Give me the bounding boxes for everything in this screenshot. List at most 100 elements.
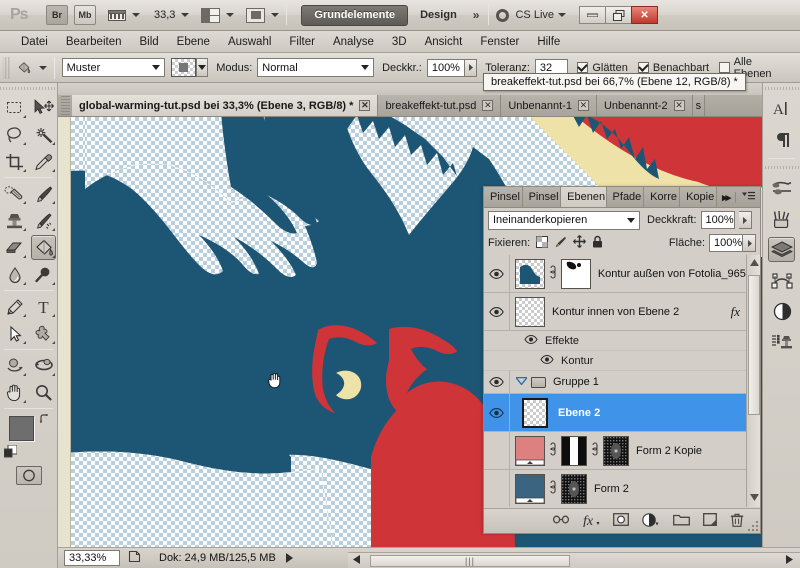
visibility-toggle[interactable] [484, 394, 510, 431]
scroll-right-icon[interactable] [786, 554, 793, 567]
document-tab-unbenannt-2[interactable]: Unbenannt-2 ✕ [596, 95, 693, 116]
link-layers-button[interactable] [552, 514, 570, 528]
3d-object-rotate-tool[interactable] [0, 352, 29, 379]
clone-stamp-tool[interactable] [0, 207, 29, 234]
tool-flyout-icon[interactable] [23, 314, 26, 317]
right-dock-grip-2[interactable] [763, 162, 800, 172]
options-bar-grip[interactable] [3, 56, 11, 79]
link-icon[interactable] [547, 442, 559, 459]
layer-thumbnail[interactable] [514, 258, 545, 289]
tool-flyout-icon[interactable] [23, 228, 26, 231]
menu-item-fenster[interactable]: Fenster [471, 31, 528, 53]
close-icon[interactable]: ✕ [577, 100, 589, 111]
menu-item-auswahl[interactable]: Auswahl [219, 31, 280, 53]
visibility-toggle[interactable] [484, 293, 510, 330]
contiguous-checkbox-row[interactable]: Benachbart [637, 62, 709, 74]
menu-item-datei[interactable]: Datei [12, 31, 57, 53]
brush-presets-panel-button[interactable] [763, 172, 800, 203]
paths-panel-button[interactable] [763, 265, 800, 296]
menu-item-bild[interactable]: Bild [130, 31, 167, 53]
panel-tab-pfade[interactable]: Pfade [606, 187, 645, 207]
screen-mode-icon[interactable] [246, 7, 266, 23]
tool-flyout-icon[interactable] [52, 169, 55, 172]
document-tab-global-warming[interactable]: global-warming-tut.psd bei 33,3% (Ebene … [72, 95, 379, 116]
dodge-tool[interactable] [29, 261, 58, 288]
layer-opacity-slider-button[interactable] [738, 211, 752, 229]
tool-flyout-icon[interactable] [52, 314, 55, 317]
paint-bucket-tool[interactable] [29, 234, 58, 261]
swap-colors-icon[interactable] [39, 413, 51, 428]
view-extras-icon[interactable] [108, 8, 126, 23]
tool-flyout-icon[interactable] [23, 142, 26, 145]
tool-flyout-icon[interactable] [23, 373, 26, 376]
view-extras-dropdown-icon[interactable] [132, 13, 140, 17]
lock-transparent-pixels-icon[interactable] [536, 235, 549, 251]
layer-subrow-effekte[interactable]: Effekte [484, 331, 760, 351]
vector-mask-thumbnail[interactable] [603, 435, 629, 466]
opacity-slider-button[interactable] [464, 58, 478, 77]
panel-tab-ebenen[interactable]: Ebenen [561, 187, 607, 207]
tool-flyout-icon[interactable] [23, 400, 26, 403]
blur-tool[interactable] [0, 261, 29, 288]
close-icon[interactable]: ✕ [673, 100, 685, 111]
spot-healing-brush-tool[interactable] [0, 180, 29, 207]
status-menu-icon[interactable] [285, 553, 293, 563]
menu-item-analyse[interactable]: Analyse [324, 31, 383, 53]
layer-row-kontur-innen[interactable]: Kontur innen von Ebene 2 fx [484, 293, 760, 331]
panel-tab-korrekturen[interactable]: Korre [644, 187, 681, 207]
tool-flyout-icon[interactable] [52, 373, 55, 376]
document-info-icon[interactable] [128, 550, 141, 566]
document-tab-unbenannt-1[interactable]: Unbenannt-1 ✕ [501, 95, 597, 116]
contiguous-checkbox[interactable] [637, 62, 649, 73]
scroll-down-icon[interactable] [750, 492, 759, 504]
character-panel-button[interactable]: A [763, 93, 800, 124]
layer-thumbnail[interactable] [515, 435, 545, 466]
layer-mask-thumbnail[interactable] [561, 435, 587, 466]
close-icon[interactable]: ✕ [482, 100, 494, 111]
history-brush-tool[interactable] [29, 207, 58, 234]
layer-thumbnail[interactable] [515, 296, 545, 327]
adjustments-panel-button[interactable] [763, 296, 800, 327]
menu-item-hilfe[interactable]: Hilfe [528, 31, 569, 53]
right-dock-grip[interactable] [763, 83, 800, 93]
minimize-button[interactable] [579, 6, 607, 24]
tool-flyout-icon[interactable] [52, 282, 55, 285]
tool-flyout-icon[interactable] [52, 255, 55, 258]
layer-mask-thumbnail[interactable] [560, 258, 591, 289]
custom-shape-tool[interactable] [29, 320, 58, 347]
layer-mask-button[interactable] [613, 513, 629, 529]
panel-menu-icon[interactable] [742, 191, 755, 204]
layer-thumbnail[interactable] [522, 397, 548, 428]
cs-live-button[interactable]: CS Live [496, 8, 567, 22]
foreground-color-swatch[interactable] [9, 416, 34, 441]
arrange-dropdown-icon[interactable] [226, 13, 235, 17]
panel-tab-pinsel-1[interactable]: Pinsel [484, 187, 523, 207]
brush-panel-button[interactable] [763, 203, 800, 234]
fill-input[interactable]: 100% [709, 234, 743, 252]
group-expand-icon[interactable] [514, 376, 529, 388]
tool-preset-dropdown-icon[interactable] [38, 65, 47, 70]
active-tool-icon[interactable] [17, 58, 31, 77]
mini-bridge-button[interactable]: Mb [74, 5, 96, 25]
quick-mask-icon[interactable] [16, 465, 42, 485]
eraser-tool[interactable] [0, 234, 29, 261]
layer-row-form-2-kopie[interactable]: Form 2 Kopie [484, 432, 760, 470]
tool-flyout-icon[interactable] [23, 282, 26, 285]
menu-item-ansicht[interactable]: Ansicht [416, 31, 472, 53]
lock-all-icon[interactable] [592, 235, 603, 251]
document-tab-partial[interactable]: s [692, 95, 706, 116]
panel-resize-grip[interactable] [748, 521, 758, 531]
menu-item-bearbeiten[interactable]: Bearbeiten [57, 31, 131, 53]
tool-flyout-icon[interactable] [52, 341, 55, 344]
panel-tab-pinsel-2[interactable]: Pinsel [522, 187, 562, 207]
visibility-toggle[interactable] [540, 354, 554, 367]
blend-mode-dropdown[interactable]: Normal [257, 58, 375, 77]
visibility-toggle[interactable] [484, 432, 510, 469]
lock-position-icon[interactable] [573, 235, 587, 251]
new-group-button[interactable] [673, 513, 690, 529]
lock-image-pixels-icon[interactable] [554, 236, 567, 251]
link-icon[interactable] [589, 442, 601, 459]
zoom-tool[interactable] [29, 379, 58, 406]
new-layer-button[interactable] [703, 513, 717, 529]
quick-mask-toggle[interactable] [0, 461, 58, 489]
